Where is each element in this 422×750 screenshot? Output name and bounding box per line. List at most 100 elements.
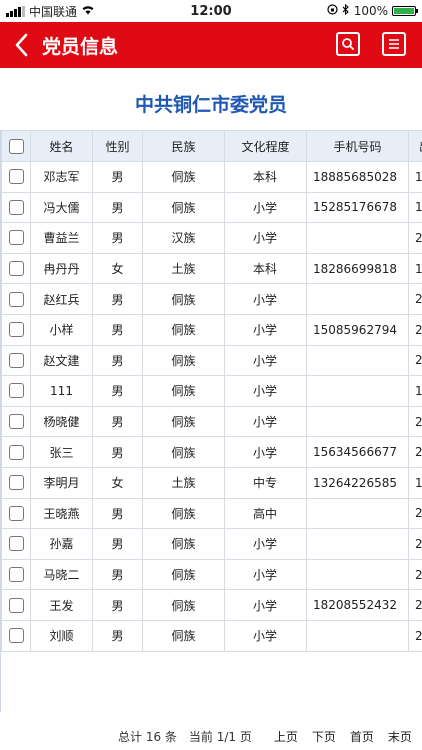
table-row[interactable]: 赵红兵男侗族 小学 2 <box>1 283 422 315</box>
table-row[interactable]: 111 男侗族 小学 1 <box>1 375 422 407</box>
table-row[interactable]: 王发男侗族 小学 18208552432 2 <box>1 589 422 621</box>
cell-phone <box>306 405 409 438</box>
cell-gender: 男 <box>92 313 143 346</box>
table-row[interactable]: 刘顺男侗族 小学 2 <box>1 619 422 652</box>
cell-education: 本科 <box>224 161 307 193</box>
next-page-button[interactable]: 下页 <box>312 728 336 745</box>
row-checkbox[interactable] <box>8 536 24 552</box>
cell-last: 1 <box>408 161 422 193</box>
cell-gender: 男 <box>92 222 143 254</box>
cell-nation: 侗族 <box>142 283 225 315</box>
row-select-cell[interactable] <box>1 405 31 438</box>
list-button[interactable] <box>382 32 406 56</box>
header-phone: 手机号码 <box>306 130 409 162</box>
bluetooth-icon <box>342 3 350 18</box>
cell-gender: 男 <box>92 191 143 224</box>
cell-education: 中专 <box>224 466 307 499</box>
table-row[interactable]: 李明月女土族 中专 13264226585 1 <box>1 466 422 499</box>
row-select-cell[interactable] <box>1 344 31 377</box>
search-button[interactable] <box>336 32 360 56</box>
cell-phone <box>306 283 409 315</box>
first-page-button[interactable]: 首页 <box>350 728 374 745</box>
table-row[interactable]: 赵文建男侗族 小学 2 <box>1 344 422 377</box>
row-select-cell[interactable] <box>1 252 31 285</box>
row-checkbox[interactable] <box>8 505 24 521</box>
row-checkbox[interactable] <box>8 291 24 307</box>
cell-last: 2 <box>408 283 422 315</box>
row-select-cell[interactable] <box>1 497 31 530</box>
table-row[interactable]: 邓志军男侗族 本科 18885685028 1 <box>1 161 422 193</box>
row-select-cell[interactable] <box>1 558 31 591</box>
select-all-checkbox[interactable] <box>8 138 24 154</box>
cell-education: 小学 <box>224 283 307 315</box>
row-checkbox[interactable] <box>8 567 24 583</box>
table-row[interactable]: 杨晓健男侗族 小学 2 <box>1 405 422 438</box>
cell-name: 小样 <box>30 313 93 346</box>
table-row[interactable]: 王晓燕男侗族 高中 2 <box>1 497 422 530</box>
row-checkbox[interactable] <box>8 322 24 338</box>
cell-education: 小学 <box>224 589 307 621</box>
table-row[interactable]: 孙嘉男侗族 小学 2 <box>1 528 422 560</box>
row-select-cell[interactable] <box>1 375 31 407</box>
table-row[interactable]: 冯大儒男侗族 小学 15285176678 1 <box>1 191 422 224</box>
back-button[interactable] <box>4 22 38 68</box>
last-page-button[interactable]: 末页 <box>388 728 412 745</box>
row-checkbox[interactable] <box>8 444 24 460</box>
navbar: 党员信息 <box>0 22 422 68</box>
row-checkbox[interactable] <box>8 383 24 399</box>
page-title: 中共铜仁市委党员 <box>134 94 287 116</box>
cell-education: 小学 <box>224 222 307 254</box>
select-all-cell[interactable] <box>1 130 31 162</box>
row-checkbox[interactable] <box>8 597 24 613</box>
row-checkbox[interactable] <box>8 230 24 246</box>
lock-rotation-icon <box>327 4 338 18</box>
cell-phone: 18286699818 <box>306 252 409 285</box>
total-count: 总计 16 条 <box>118 729 177 744</box>
cell-last: 2 <box>408 344 422 377</box>
search-icon <box>342 38 354 50</box>
cell-last: 2 <box>408 497 422 530</box>
member-table-container[interactable]: 姓名 性别 民族 文化程度 手机号码 出 邓志军男侗族本科18885685028… <box>0 130 422 712</box>
row-select-cell[interactable] <box>1 161 31 193</box>
cell-nation: 侗族 <box>142 375 225 407</box>
cell-gender: 女 <box>92 466 143 499</box>
row-checkbox[interactable] <box>8 169 24 185</box>
cell-nation: 侗族 <box>142 497 225 530</box>
row-select-cell[interactable] <box>1 283 31 315</box>
cell-education: 高中 <box>224 497 307 530</box>
row-select-cell[interactable] <box>1 191 31 224</box>
battery-icon <box>392 6 418 16</box>
row-select-cell[interactable] <box>1 222 31 254</box>
table-row[interactable]: 张三男侗族 小学 15634566677 2 <box>1 436 422 468</box>
cell-gender: 男 <box>92 558 143 591</box>
cell-gender: 男 <box>92 375 143 407</box>
row-select-cell[interactable] <box>1 589 31 621</box>
row-select-cell[interactable] <box>1 313 31 346</box>
cell-last: 2 <box>408 558 422 591</box>
row-select-cell[interactable] <box>1 466 31 499</box>
status-left: 中国联通 <box>6 3 95 20</box>
row-checkbox[interactable] <box>8 352 24 368</box>
table-row[interactable]: 曹益兰男汉族 小学 2 <box>1 222 422 254</box>
row-checkbox[interactable] <box>8 414 24 430</box>
cell-last: 2 <box>408 405 422 438</box>
row-select-cell[interactable] <box>1 436 31 468</box>
pagination-summary: 总计 16 条 当前 1/1 页 <box>118 728 252 745</box>
cell-education: 小学 <box>224 344 307 377</box>
row-checkbox[interactable] <box>8 475 24 491</box>
table-row[interactable]: 冉丹丹女土族 本科 18286699818 1 <box>1 252 422 285</box>
cell-nation: 侗族 <box>142 344 225 377</box>
row-checkbox[interactable] <box>8 628 24 644</box>
prev-page-button[interactable]: 上页 <box>274 728 298 745</box>
cell-phone: 18208552432 <box>306 589 409 621</box>
cell-name: 赵红兵 <box>30 283 93 315</box>
cell-nation: 侗族 <box>142 405 225 438</box>
header-name: 姓名 <box>30 130 93 162</box>
row-select-cell[interactable] <box>1 528 31 560</box>
row-checkbox[interactable] <box>8 261 24 277</box>
table-row[interactable]: 马晓二男侗族 小学 2 <box>1 558 422 591</box>
row-select-cell[interactable] <box>1 619 31 652</box>
table-row[interactable]: 小样男侗族 小学 15085962794 2 <box>1 313 422 346</box>
row-checkbox[interactable] <box>8 199 24 215</box>
cell-gender: 男 <box>92 161 143 193</box>
